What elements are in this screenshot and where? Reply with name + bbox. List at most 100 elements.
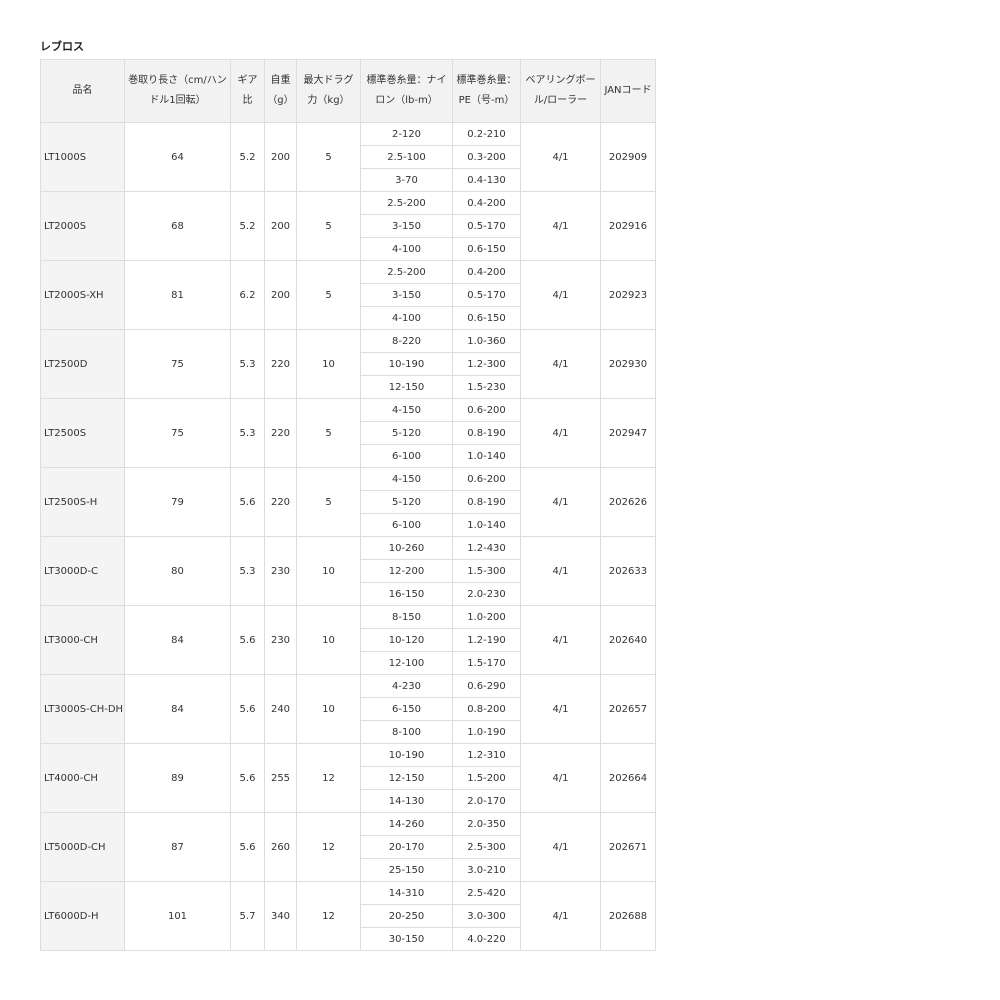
cell-weight: 200: [264, 191, 297, 261]
header-name: 品名: [40, 59, 125, 123]
table-row: LT2500D 75 5.3 220 10 8-220 1.0-360 4/1 202930: [40, 329, 656, 399]
cell-nylon: 5-120: [360, 421, 453, 445]
cell-nylon: 10-120: [360, 628, 453, 652]
cell-winding: 80: [124, 536, 231, 606]
cell-nylon: 5-120: [360, 490, 453, 514]
cell-nylon: 12-150: [360, 766, 453, 790]
cell-drag: 5: [296, 122, 361, 192]
cell-nylon: 14-130: [360, 789, 453, 813]
cell-pe: 1.2-190: [452, 628, 521, 652]
cell-winding: 84: [124, 605, 231, 675]
header-winding: 巻取り長さ（cm/ハンドル1回転）: [124, 59, 231, 123]
cell-nylon: 14-310: [360, 881, 453, 905]
cell-nylon: 10-190: [360, 352, 453, 376]
cell-nylon: 4-150: [360, 398, 453, 422]
header-gear: ギア比: [230, 59, 265, 123]
cell-drag: 10: [296, 605, 361, 675]
cell-pe: 1.2-300: [452, 352, 521, 376]
cell-drag: 5: [296, 467, 361, 537]
cell-name: LT3000-CH: [40, 605, 125, 675]
cell-nylon: 2-120: [360, 122, 453, 146]
cell-nylon: 3-150: [360, 214, 453, 238]
cell-pe: 1.0-140: [452, 513, 521, 537]
cell-pe: 0.8-200: [452, 697, 521, 721]
cell-pe: 0.4-200: [452, 191, 521, 215]
cell-name: LT2500D: [40, 329, 125, 399]
cell-bearing: 4/1: [520, 605, 601, 675]
cell-nylon: 6-100: [360, 444, 453, 468]
header-row: 品名 巻取り長さ（cm/ハンドル1回転） ギア比 自重（g） 最大ドラグ力（kg…: [40, 59, 656, 123]
cell-bearing: 4/1: [520, 743, 601, 813]
cell-nylon: 10-190: [360, 743, 453, 767]
cell-pe: 2.0-170: [452, 789, 521, 813]
cell-drag: 12: [296, 743, 361, 813]
cell-bearing: 4/1: [520, 191, 601, 261]
cell-pe: 0.6-290: [452, 674, 521, 698]
cell-winding: 89: [124, 743, 231, 813]
cell-nylon: 8-100: [360, 720, 453, 744]
cell-pe: 0.6-200: [452, 398, 521, 422]
cell-weight: 200: [264, 122, 297, 192]
cell-weight: 220: [264, 398, 297, 468]
cell-bearing: 4/1: [520, 812, 601, 882]
table-row: LT5000D-CH 87 5.6 260 12 14-260 2.0-350 4/1 2026…: [40, 812, 656, 882]
cell-jan: 202626: [600, 467, 656, 537]
cell-winding: 79: [124, 467, 231, 537]
cell-gear: 5.7: [230, 881, 265, 951]
cell-gear: 5.3: [230, 398, 265, 468]
cell-name: LT2500S: [40, 398, 125, 468]
cell-winding: 64: [124, 122, 231, 192]
cell-drag: 12: [296, 881, 361, 951]
cell-gear: 5.2: [230, 191, 265, 261]
cell-pe: 0.2-210: [452, 122, 521, 146]
cell-pe: 1.5-300: [452, 559, 521, 583]
cell-drag: 5: [296, 191, 361, 261]
cell-winding: 87: [124, 812, 231, 882]
header-bearing: ベアリングボール/ローラー: [520, 59, 601, 123]
cell-gear: 5.3: [230, 536, 265, 606]
cell-pe: 0.5-170: [452, 283, 521, 307]
cell-pe: 0.8-190: [452, 421, 521, 445]
cell-jan: 202947: [600, 398, 656, 468]
cell-bearing: 4/1: [520, 122, 601, 192]
spec-table: 品名 巻取り長さ（cm/ハンドル1回転） ギア比 自重（g） 最大ドラグ力（kg…: [40, 59, 656, 951]
cell-pe: 3.0-300: [452, 904, 521, 928]
cell-name: LT4000-CH: [40, 743, 125, 813]
cell-name: LT5000D-CH: [40, 812, 125, 882]
cell-jan: 202916: [600, 191, 656, 261]
cell-name: LT6000D-H: [40, 881, 125, 951]
cell-gear: 5.3: [230, 329, 265, 399]
cell-nylon: 4-150: [360, 467, 453, 491]
cell-name: LT2500S-H: [40, 467, 125, 537]
table-row: LT6000D-H 101 5.7 340 12 14-310 2.5-420 4/1 2026…: [40, 881, 656, 951]
cell-bearing: 4/1: [520, 260, 601, 330]
cell-winding: 101: [124, 881, 231, 951]
cell-weight: 220: [264, 467, 297, 537]
cell-drag: 5: [296, 398, 361, 468]
cell-nylon: 12-150: [360, 375, 453, 399]
cell-gear: 5.6: [230, 812, 265, 882]
cell-name: LT2000S: [40, 191, 125, 261]
cell-pe: 0.4-130: [452, 168, 521, 192]
cell-weight: 230: [264, 536, 297, 606]
cell-pe: 2.5-420: [452, 881, 521, 905]
cell-gear: 5.2: [230, 122, 265, 192]
cell-drag: 12: [296, 812, 361, 882]
cell-nylon: 6-100: [360, 513, 453, 537]
cell-gear: 5.6: [230, 467, 265, 537]
table-row: LT3000S-CH-DH 84 5.6 240 10 4-230 0.6-290 4/1 20…: [40, 674, 656, 744]
cell-nylon: 2.5-200: [360, 260, 453, 284]
table-row: LT3000D-C 80 5.3 230 10 10-260 1.2-430 4/1 20263…: [40, 536, 656, 606]
cell-nylon: 3-150: [360, 283, 453, 307]
cell-name: LT1000S: [40, 122, 125, 192]
cell-name: LT3000S-CH-DH: [40, 674, 125, 744]
cell-pe: 0.4-200: [452, 260, 521, 284]
cell-weight: 240: [264, 674, 297, 744]
cell-pe: 0.5-170: [452, 214, 521, 238]
table-row: LT1000S 64 5.2 200 5 2-120 0.2-210 4/1 202909: [40, 122, 656, 192]
cell-gear: 6.2: [230, 260, 265, 330]
cell-pe: 1.5-230: [452, 375, 521, 399]
cell-pe: 1.0-360: [452, 329, 521, 353]
cell-nylon: 20-250: [360, 904, 453, 928]
cell-nylon: 12-200: [360, 559, 453, 583]
